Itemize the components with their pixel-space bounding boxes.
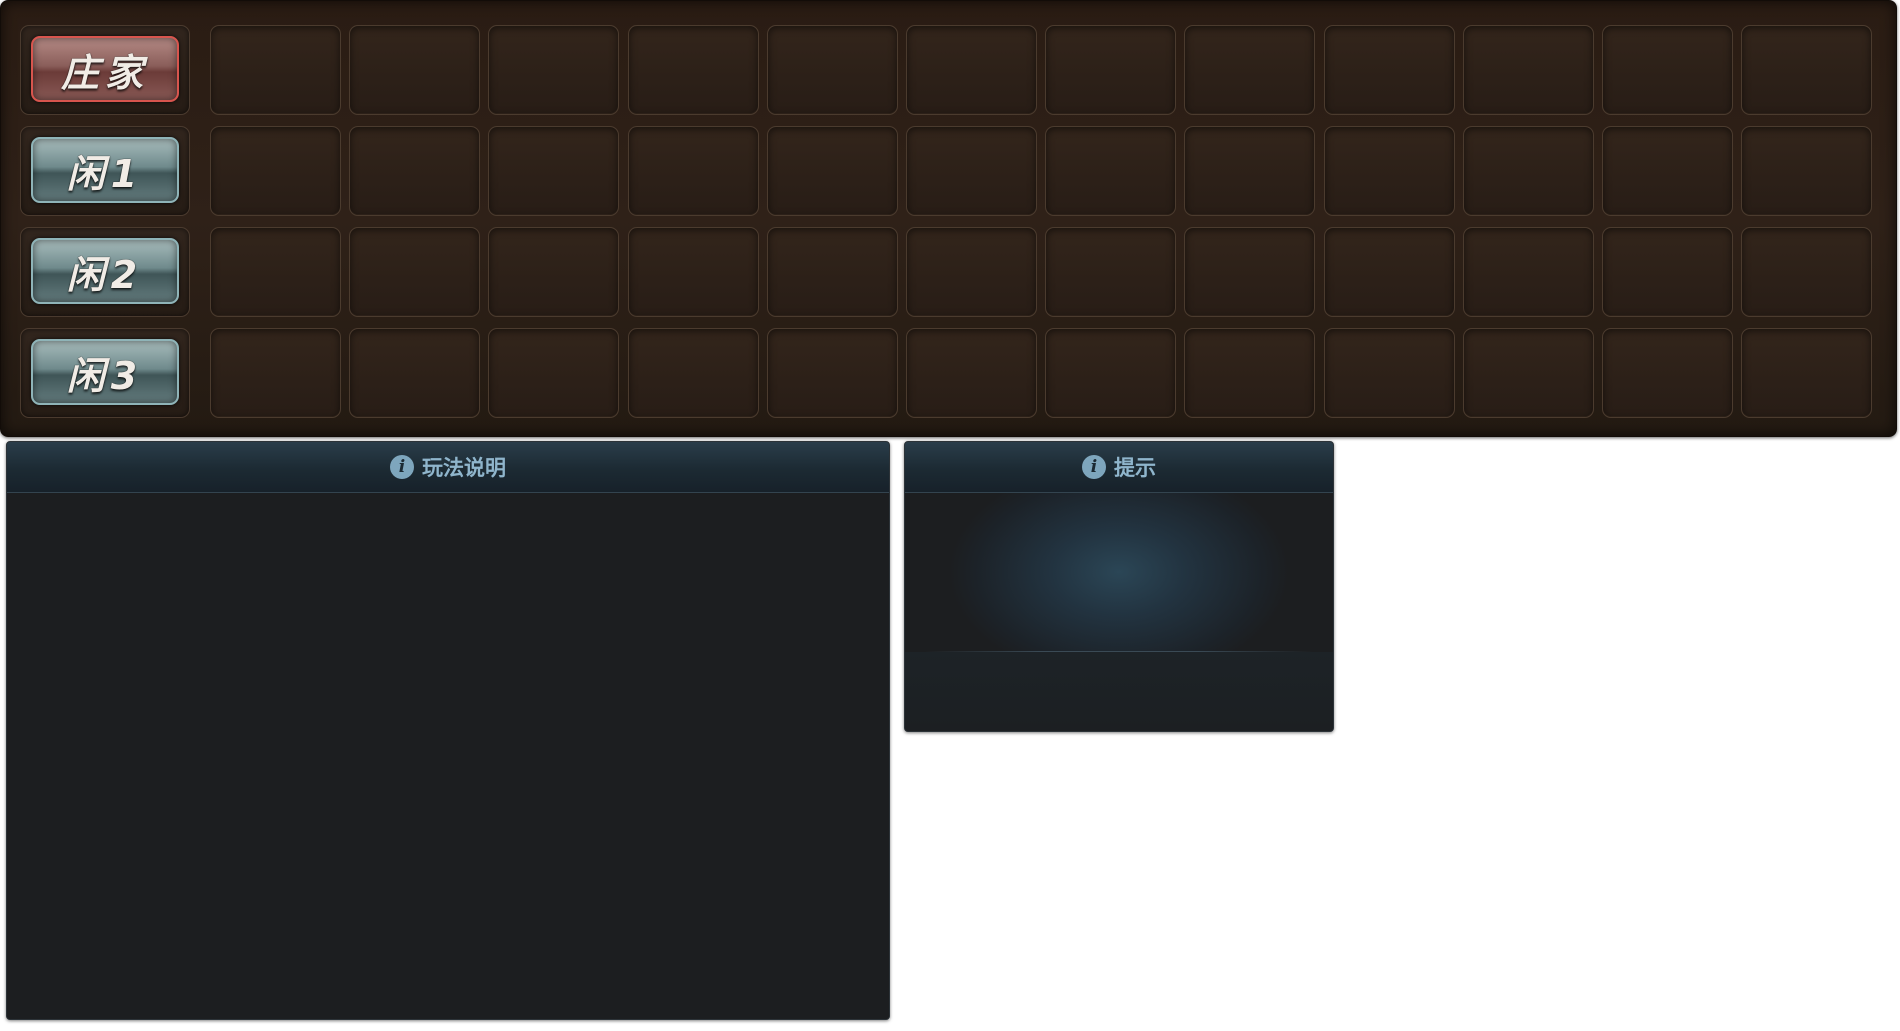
card-slot[interactable] [1324,328,1455,418]
seat-label-frame: 庄家 [20,25,190,115]
info-icon: i [390,455,414,479]
card-slot[interactable] [1741,25,1872,115]
card-slot[interactable] [1463,227,1594,317]
card-slot[interactable] [1463,126,1594,216]
seat-label-frame: 闲1 [20,126,190,216]
info-icon: i [1082,455,1106,479]
card-slot[interactable] [628,227,759,317]
card-slot[interactable] [1324,227,1455,317]
tips-panel-title: 提示 [1114,456,1156,480]
card-slot[interactable] [628,126,759,216]
board-row: 闲2 [1,227,1896,317]
board-row: 闲1 [1,126,1896,216]
tips-panel-footer [905,652,1333,731]
card-slot[interactable] [1184,328,1315,418]
betting-board: 庄家闲1 闲2 闲3 [0,0,1897,437]
card-slot[interactable] [1602,328,1733,418]
rules-panel-title: 玩法说明 [422,456,506,480]
seat-label-frame: 闲3 [20,328,190,418]
rules-panel-header: i 玩法说明 [7,442,889,493]
banker-button[interactable]: 庄家 [31,36,179,102]
card-slot[interactable] [628,328,759,418]
card-slot[interactable] [349,328,480,418]
player-button[interactable]: 闲2 [31,238,179,304]
rules-panel: i 玩法说明 [6,441,890,1020]
card-slot[interactable] [767,227,898,317]
card-slot[interactable] [1045,25,1176,115]
card-slot[interactable] [767,25,898,115]
card-slot[interactable] [349,227,480,317]
card-slot[interactable] [210,328,341,418]
card-slot[interactable] [1184,227,1315,317]
seat-label: 庄家 [60,50,149,95]
card-slot[interactable] [1184,126,1315,216]
card-slot[interactable] [210,126,341,216]
card-slot[interactable] [488,227,619,317]
tips-panel-header: i 提示 [905,442,1333,493]
card-slot[interactable] [1741,328,1872,418]
seat-label: 闲1 [66,151,144,196]
rules-panel-body [7,493,889,1019]
seat-label: 闲3 [66,353,144,398]
card-slot[interactable] [1045,126,1176,216]
card-slot[interactable] [1463,328,1594,418]
board-row: 庄家 [1,25,1896,115]
card-slot[interactable] [1602,25,1733,115]
player-button[interactable]: 闲1 [31,137,179,203]
card-slot[interactable] [1463,25,1594,115]
card-slot[interactable] [906,227,1037,317]
card-slot[interactable] [628,25,759,115]
card-slot[interactable] [488,126,619,216]
card-slot[interactable] [349,126,480,216]
card-slot[interactable] [210,227,341,317]
card-slot[interactable] [1045,328,1176,418]
card-slot[interactable] [349,25,480,115]
card-slot[interactable] [1184,25,1315,115]
card-slot[interactable] [767,328,898,418]
card-slot[interactable] [488,328,619,418]
board-row: 闲3 [1,328,1896,418]
card-slot[interactable] [1741,227,1872,317]
card-slot[interactable] [210,25,341,115]
player-button[interactable]: 闲3 [31,339,179,405]
card-slot[interactable] [906,25,1037,115]
tips-panel-body [905,493,1333,651]
tips-panel: i 提示 [904,441,1334,732]
card-slot[interactable] [1602,126,1733,216]
card-slot[interactable] [488,25,619,115]
card-slot[interactable] [906,328,1037,418]
seat-label-frame: 闲2 [20,227,190,317]
card-slot[interactable] [1602,227,1733,317]
card-slot[interactable] [1324,25,1455,115]
card-slot[interactable] [1045,227,1176,317]
card-slot[interactable] [1324,126,1455,216]
card-slot[interactable] [1741,126,1872,216]
card-slot[interactable] [906,126,1037,216]
card-slot[interactable] [767,126,898,216]
seat-label: 闲2 [66,252,144,297]
